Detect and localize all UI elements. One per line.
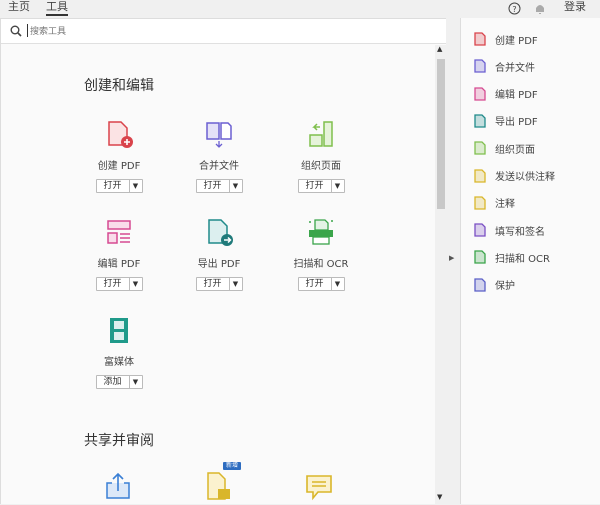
chevron-down-icon[interactable]: ▼: [130, 376, 142, 388]
open-button[interactable]: 打开: [97, 278, 130, 290]
bell-icon[interactable]: [534, 2, 546, 15]
scan-ocr-icon: [309, 219, 333, 245]
top-bar: 主页 工具 ? 登录: [0, 0, 600, 18]
tool-icon: [474, 168, 486, 183]
chevron-down-icon[interactable]: ▼: [230, 180, 242, 192]
sidebar-item[interactable]: 保护: [473, 276, 515, 294]
search-input[interactable]: [27, 24, 407, 37]
sidebar-item-label: 扫描和 OCR: [495, 253, 550, 265]
open-split-button[interactable]: 打开 ▼: [297, 179, 345, 193]
new-badge: 新增: [223, 462, 242, 470]
open-split-button[interactable]: 打开 ▼: [297, 277, 345, 291]
tools-sidebar: 创建 PDF 合并文件编辑 PDF 导出 PDF 组织页面发送以供注释 注释填写和签名扫…: [460, 18, 600, 504]
tool-label: 组织页面: [301, 161, 341, 172]
chevron-down-icon[interactable]: ▼: [332, 180, 344, 192]
tool-label: 富媒体: [104, 357, 134, 368]
sidebar-item-label: 填写和签名: [495, 226, 545, 238]
share-icon[interactable]: [103, 471, 133, 501]
sidebar-item[interactable]: 合并文件: [473, 57, 535, 75]
sidebar-item[interactable]: 创建 PDF: [473, 30, 538, 48]
login-button[interactable]: 登录: [564, 0, 586, 14]
open-button[interactable]: 打开: [97, 180, 130, 192]
section-title-share-review: 共享并审阅: [84, 433, 154, 449]
add-button[interactable]: 添加: [97, 376, 130, 388]
scrollbar-thumb[interactable]: [437, 59, 445, 209]
tab-tools[interactable]: 工具: [46, 0, 68, 16]
search-bar: [1, 19, 447, 44]
help-icon[interactable]: ?: [508, 2, 521, 15]
chevron-down-icon[interactable]: ▼: [130, 180, 142, 192]
add-split-button[interactable]: 添加 ▼: [95, 375, 143, 389]
sidebar-item-label: 组织页面: [495, 144, 535, 156]
tool-create-pdf[interactable]: 创建 PDF 打开 ▼: [69, 119, 169, 193]
tool-icon: [474, 114, 486, 128]
tool-combine-files[interactable]: 合并文件 打开 ▼: [169, 119, 269, 193]
chevron-down-icon[interactable]: ▼: [332, 278, 344, 290]
chevron-down-icon[interactable]: ▼: [230, 278, 242, 290]
tool-organize-pages[interactable]: 组织页面 打开 ▼: [271, 119, 371, 193]
sidebar-item[interactable]: 导出 PDF: [473, 112, 538, 130]
scroll-down-icon[interactable]: ▼: [437, 493, 442, 501]
sidebar-item-label: 编辑 PDF: [495, 90, 538, 102]
chevron-down-icon[interactable]: ▼: [130, 278, 142, 290]
tool-icon: [474, 278, 486, 292]
tab-home[interactable]: 主页: [8, 0, 30, 14]
open-split-button[interactable]: 打开 ▼: [95, 277, 143, 291]
sidebar-item-label: 合并文件: [495, 62, 535, 74]
tool-edit-pdf[interactable]: 编辑 PDF 打开 ▼: [69, 217, 169, 291]
sidebar-item-label: 发送以供注释: [495, 172, 555, 183]
export-pdf-icon: [208, 219, 233, 246]
organize-pages-icon: [309, 121, 333, 147]
sidebar-item[interactable]: 注释: [473, 194, 515, 212]
tool-rich-media[interactable]: 富媒体 添加 ▼: [69, 315, 169, 389]
open-button[interactable]: 打开: [197, 180, 230, 192]
sidebar-item-label: 创建 PDF: [495, 35, 538, 47]
comment-icon[interactable]: [304, 473, 334, 503]
tools-panel: ▲ ▼ 创建和编辑 创建 PDF 打开▼ 合并文件 打开▼ 组织页面 打开▼ 编…: [0, 18, 447, 505]
tool-label: 合并文件: [199, 161, 239, 172]
tool-icon: [474, 32, 486, 46]
sidebar-item[interactable]: 组织页面: [473, 139, 535, 157]
tool-icon: [474, 196, 486, 210]
tool-icon: [474, 86, 486, 101]
sidebar-item-label: 注释: [495, 199, 515, 211]
tool-export-pdf[interactable]: 导出 PDF 打开 ▼: [169, 217, 269, 291]
tool-label: 创建 PDF: [97, 161, 141, 172]
sidebar-item-label: 保护: [495, 281, 515, 293]
sidebar-item[interactable]: 发送以供注释: [473, 167, 555, 185]
tool-scan-ocr[interactable]: 扫描和 OCR 打开 ▼: [271, 217, 371, 291]
tool-icon: [474, 250, 486, 265]
tool-label: 扫描和 OCR: [293, 259, 349, 270]
chevron-right-icon[interactable]: ▶: [449, 254, 454, 262]
open-button[interactable]: 打开: [197, 278, 230, 290]
svg-text:?: ?: [512, 5, 516, 14]
search-icon: [10, 25, 22, 37]
rich-media-icon: [110, 318, 128, 343]
tool-label: 编辑 PDF: [97, 259, 141, 270]
create-pdf-icon: [108, 121, 133, 148]
scroll-up-icon[interactable]: ▲: [437, 45, 442, 53]
open-button[interactable]: 打开: [299, 278, 332, 290]
open-split-button[interactable]: 打开 ▼: [95, 179, 143, 193]
tool-icon: [474, 141, 486, 155]
open-split-button[interactable]: 打开 ▼: [195, 179, 243, 193]
sidebar-item-label: 导出 PDF: [495, 117, 538, 129]
edit-pdf-icon: [107, 220, 131, 244]
sidebar-item[interactable]: 编辑 PDF: [473, 85, 538, 103]
tool-icon: [474, 223, 486, 237]
collapse-panel-toggle[interactable]: ▶: [446, 18, 460, 504]
tool-label: 导出 PDF: [197, 259, 241, 270]
sidebar-item[interactable]: 填写和签名: [473, 221, 545, 239]
send-for-comments-icon[interactable]: [204, 471, 234, 503]
tool-icon: [474, 59, 486, 73]
sidebar-item[interactable]: 扫描和 OCR: [473, 248, 550, 266]
combine-files-icon: [206, 122, 232, 148]
open-split-button[interactable]: 打开 ▼: [195, 277, 243, 291]
section-title-create-edit: 创建和编辑: [84, 78, 154, 94]
open-button[interactable]: 打开: [299, 180, 332, 192]
